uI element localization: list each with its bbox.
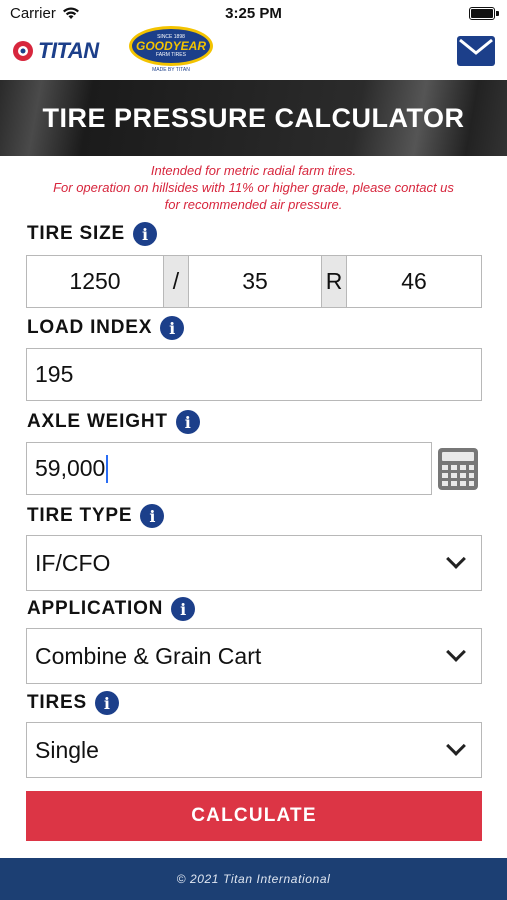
tire-size-radial-r: R — [321, 256, 347, 307]
goodyear-sub: FARM TIRES — [156, 52, 186, 58]
goodyear-tag: MADE BY TITAN — [152, 67, 190, 73]
load-index-value: 195 — [35, 361, 74, 387]
envelope-glyph — [459, 38, 493, 55]
tire-type-info-icon[interactable]: i — [140, 504, 165, 528]
battery-level-fill — [471, 9, 493, 18]
tire-type-label: TIRE TYPE — [27, 505, 133, 526]
tire-rim-input[interactable]: 46 — [347, 256, 481, 307]
load-index-label: LOAD INDEX — [27, 317, 153, 338]
tire-size-slash: / — [163, 256, 189, 307]
battery-icon — [469, 7, 495, 20]
goodyear-logo[interactable]: SINCE 1898 GOODYEAR FARM TIRES MADE BY T… — [129, 26, 215, 76]
chevron-down-icon — [446, 549, 466, 569]
application-label: APPLICATION — [27, 598, 164, 619]
tires-info-icon[interactable]: i — [94, 691, 119, 715]
tires-select[interactable]: Single — [26, 722, 482, 778]
calculate-button[interactable]: CALCULATE — [26, 791, 482, 841]
tire-type-value: IF/CFO — [35, 549, 111, 576]
battery-cap — [496, 11, 499, 16]
axle-weight-value: 59,000 — [35, 455, 106, 481]
footer: © 2021 Titan International — [0, 858, 507, 900]
page-title: TIRE PRESSURE CALCULATOR — [42, 102, 465, 133]
calculator-icon[interactable] — [437, 447, 479, 491]
titan-tire-icon — [13, 41, 33, 61]
load-index-info-icon[interactable]: i — [160, 316, 185, 340]
logo-row: TITAN SINCE 1898 GOODYEAR FARM TIRES MAD… — [0, 24, 507, 80]
tires-label-row: TIRES i — [27, 691, 119, 715]
axle-weight-input[interactable]: 59,000 — [26, 442, 432, 495]
mail-icon[interactable] — [457, 36, 495, 66]
notice-line-1: Intended for metric radial farm tires. — [150, 163, 357, 178]
goodyear-name: GOODYEAR — [135, 39, 206, 53]
notice-text: Intended for metric radial farm tires. F… — [0, 162, 507, 213]
copyright-text: © 2021 Titan International — [176, 872, 331, 886]
axle-weight-info-icon[interactable]: i — [175, 410, 200, 434]
application-select[interactable]: Combine & Grain Cart — [26, 628, 482, 684]
notice-line-3: for recommended air pressure. — [164, 197, 343, 212]
axle-weight-label-row: AXLE WEIGHT i — [27, 410, 200, 434]
load-index-input[interactable]: 195 — [26, 348, 482, 401]
application-value: Combine & Grain Cart — [35, 642, 262, 669]
chevron-down-icon — [446, 642, 466, 662]
title-banner: TIRE PRESSURE CALCULATOR — [0, 80, 507, 156]
tire-size-info-icon[interactable]: i — [133, 222, 157, 246]
status-time: 3:25 PM — [225, 5, 282, 22]
tires-label: TIRES — [27, 692, 87, 713]
goodyear-oval: SINCE 1898 GOODYEAR FARM TIRES — [129, 26, 213, 66]
titan-logo-text: TITAN — [38, 38, 99, 63]
tire-type-label-row: TIRE TYPE i — [27, 504, 165, 528]
titan-logo[interactable]: TITAN — [12, 38, 99, 64]
tire-type-select[interactable]: IF/CFO — [26, 535, 482, 591]
notice-line-2: For operation on hillsides with 11% or h… — [53, 180, 454, 195]
tire-aspect-input[interactable]: 35 — [189, 256, 321, 307]
tires-value: Single — [35, 736, 99, 763]
application-label-row: APPLICATION i — [27, 597, 196, 621]
tire-size-label-row: TIRE SIZE i — [27, 222, 157, 246]
application-info-icon[interactable]: i — [171, 597, 196, 621]
tire-size-label: TIRE SIZE — [27, 223, 125, 244]
load-index-label-row: LOAD INDEX i — [27, 316, 185, 340]
chevron-down-icon — [446, 736, 466, 756]
text-cursor — [106, 454, 109, 483]
axle-weight-label: AXLE WEIGHT — [27, 411, 168, 432]
tire-size-input-group: 1250 / 35 R 46 — [26, 255, 482, 308]
tire-width-input[interactable]: 1250 — [27, 256, 163, 307]
